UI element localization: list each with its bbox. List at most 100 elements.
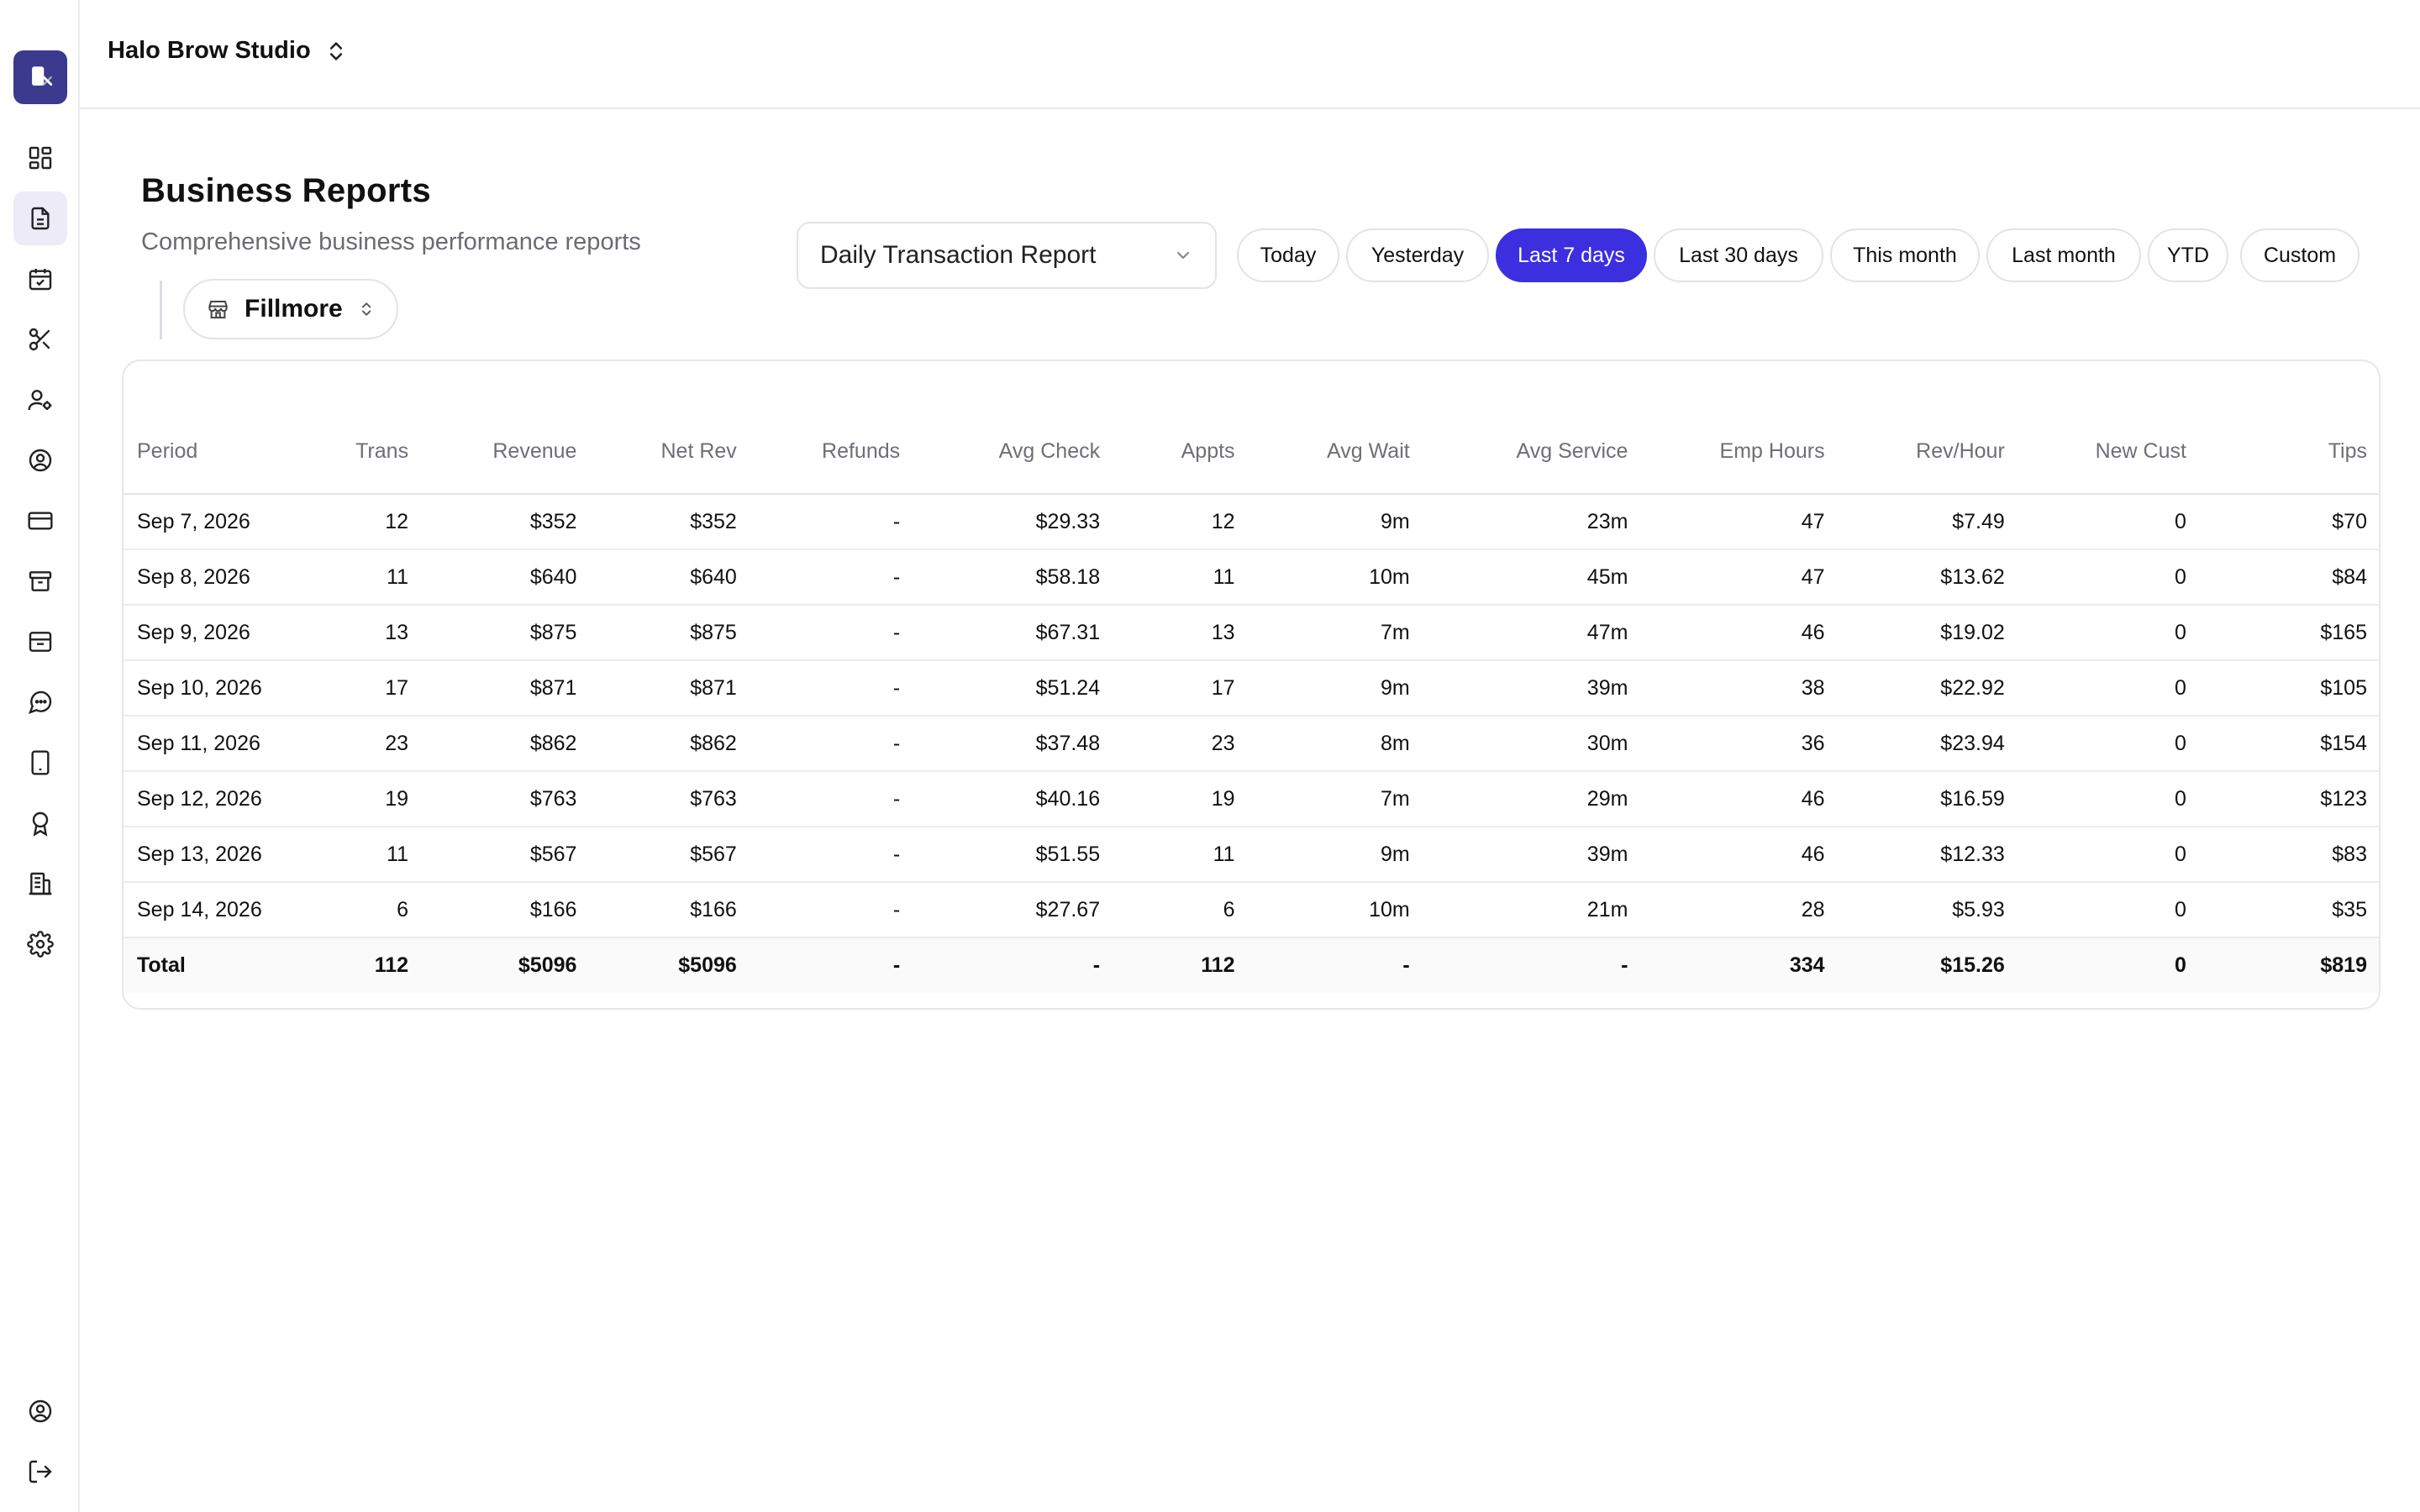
table-cell: $871 xyxy=(590,660,750,717)
sidebar-item-devices[interactable] xyxy=(13,736,67,790)
table-cell: $58.18 xyxy=(913,549,1114,606)
table-cell: 11 xyxy=(342,549,423,606)
scissors-icon xyxy=(29,328,50,351)
column-header-new-cust[interactable]: New Cust xyxy=(2018,410,2200,495)
table-row: Sep 10, 2026 17 $871 $871- $51.24 17 9m 39m 38 $2… xyxy=(124,660,2379,717)
column-header-avg-service[interactable]: Avg Service xyxy=(1423,410,1642,495)
column-header-period[interactable]: Period xyxy=(124,410,343,495)
table-cell: 21m xyxy=(1423,882,1642,938)
staff-icon xyxy=(28,390,52,411)
sidebar-item-payments[interactable] xyxy=(13,494,67,548)
sidebar-item-dashboard[interactable] xyxy=(13,131,67,185)
table-cell: 9m xyxy=(1248,660,1423,717)
range-last-30-days-button[interactable]: Last 30 days xyxy=(1654,228,1823,282)
table-cell: 17 xyxy=(342,660,423,717)
table-cell: $29.33 xyxy=(913,494,1114,550)
table-row: Sep 11, 2026 23 $862 $862- $37.48 23 8m 30m 36 $2… xyxy=(124,716,2379,772)
report-type-select[interactable]: Daily Transaction Report xyxy=(797,222,1217,289)
table-row: Sep 8, 2026 11 $640 $640- $58.18 11 10m 45m 47 $1… xyxy=(124,549,2379,606)
column-header-avg-check[interactable]: Avg Check xyxy=(913,410,1114,495)
table-cell: - xyxy=(913,937,1114,993)
column-header-refunds[interactable]: Refunds xyxy=(750,410,914,495)
sidebar-item-archive[interactable] xyxy=(13,615,67,669)
table-cell: 23 xyxy=(1113,716,1249,772)
column-header-emp-hours[interactable]: Emp Hours xyxy=(1641,410,1839,495)
range-yesterday-button[interactable]: Yesterday xyxy=(1346,228,1489,282)
sidebar-item-calendar[interactable] xyxy=(13,252,67,306)
table-cell: Sep 7, 2026 xyxy=(124,494,343,550)
location-select[interactable]: Fillmore xyxy=(183,279,398,339)
table-cell: $640 xyxy=(422,549,591,606)
chevron-up-down-icon xyxy=(361,302,371,316)
range-this-month-button[interactable]: This month xyxy=(1830,228,1980,282)
column-header-tips[interactable]: Tips xyxy=(2199,410,2379,495)
table-cell: $84 xyxy=(2199,549,2379,606)
app-logo[interactable] xyxy=(13,50,67,104)
table-cell: $5096 xyxy=(422,937,591,993)
table-row: Sep 13, 2026 11 $567 $567- $51.55 11 9m 39m 46 $1… xyxy=(124,827,2379,883)
range-ytd-button[interactable]: YTD xyxy=(2148,228,2228,282)
table-cell: $154 xyxy=(2199,716,2379,772)
divider xyxy=(160,281,162,339)
table-cell: $166 xyxy=(590,882,750,938)
column-header-revenue[interactable]: Revenue xyxy=(422,410,591,495)
messages-icon xyxy=(28,690,52,715)
sidebar-item-account[interactable] xyxy=(13,1384,67,1438)
sidebar-item-settings[interactable] xyxy=(13,917,67,971)
sidebar-item-messages[interactable] xyxy=(13,675,67,729)
table-cell: 19 xyxy=(1113,771,1249,827)
table-cell: $763 xyxy=(590,771,750,827)
sidebar-item-services[interactable] xyxy=(13,312,67,366)
column-header-rev-hour[interactable]: Rev/Hour xyxy=(1838,410,2018,495)
table-cell: 0 xyxy=(2018,605,2200,661)
column-header-net-rev[interactable]: Net Rev xyxy=(590,410,750,495)
sidebar-item-customers[interactable] xyxy=(13,433,67,487)
column-header-avg-wait[interactable]: Avg Wait xyxy=(1248,410,1423,495)
sidebar-item-inventory[interactable] xyxy=(13,554,67,608)
table-cell: 45m xyxy=(1423,549,1642,606)
range-custom-button[interactable]: Custom xyxy=(2240,228,2360,282)
table-cell: Sep 14, 2026 xyxy=(124,882,343,938)
table-cell: $166 xyxy=(422,882,591,938)
table-cell: 17 xyxy=(1113,660,1249,717)
table-cell: Sep 13, 2026 xyxy=(124,827,343,883)
range-last-7-days-button[interactable]: Last 7 days xyxy=(1496,228,1647,282)
table-total-row: Total 112 $5096 $5096- -112- -334 $15.26 0 $819 xyxy=(124,937,2379,993)
table-cell: Total xyxy=(124,937,343,993)
credit-card-icon xyxy=(28,512,53,530)
app-logo-icon xyxy=(32,66,53,86)
table-cell: 47m xyxy=(1423,605,1642,661)
range-today-button[interactable]: Today xyxy=(1237,228,1339,282)
sidebar-item-reports[interactable] xyxy=(13,192,67,245)
report-table-card: Period Trans Revenue Net Rev Refunds Avg… xyxy=(122,360,2381,1010)
table-cell: 334 xyxy=(1641,937,1839,993)
studio-switcher[interactable]: Halo Brow Studio xyxy=(108,37,348,65)
report-type-value: Daily Transaction Report xyxy=(820,241,1097,269)
table-cell: $871 xyxy=(422,660,591,717)
table-cell: 12 xyxy=(1113,494,1249,550)
table-cell: $12.33 xyxy=(1838,827,2018,883)
table-cell: $23.94 xyxy=(1838,716,2018,772)
table-cell: 0 xyxy=(2018,937,2200,993)
table-cell: 7m xyxy=(1248,605,1423,661)
table-cell: $862 xyxy=(422,716,591,772)
sidebar-item-staff[interactable] xyxy=(13,373,67,427)
location-value: Fillmore xyxy=(245,295,343,323)
table-cell: - xyxy=(750,494,914,550)
page-title: Business Reports xyxy=(141,172,431,209)
range-last-month-button[interactable]: Last month xyxy=(1986,228,2141,282)
sidebar-item-loyalty[interactable] xyxy=(13,796,67,850)
sidebar-item-locations[interactable] xyxy=(13,857,67,911)
table-cell: 46 xyxy=(1641,771,1839,827)
sidebar-item-logout[interactable] xyxy=(13,1445,67,1499)
table-cell: 0 xyxy=(2018,494,2200,550)
table-cell: - xyxy=(750,716,914,772)
table-cell: - xyxy=(750,937,914,993)
column-header-appts[interactable]: Appts xyxy=(1113,410,1249,495)
column-header-trans[interactable]: Trans xyxy=(342,410,423,495)
table-cell: $19.02 xyxy=(1838,605,2018,661)
table-cell: 10m xyxy=(1248,882,1423,938)
table-cell: 6 xyxy=(1113,882,1249,938)
table-cell: - xyxy=(750,771,914,827)
chevron-up-down-icon xyxy=(329,41,342,60)
